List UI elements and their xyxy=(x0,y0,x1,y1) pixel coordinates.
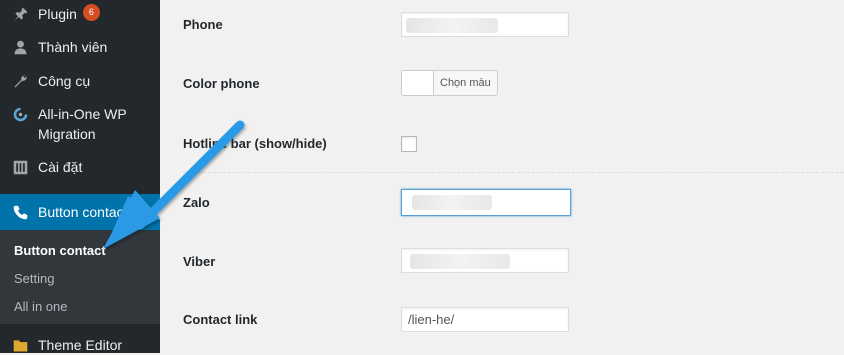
settings-icon xyxy=(10,157,30,177)
section-divider xyxy=(183,172,844,173)
sidebar-item-label: Công cụ xyxy=(38,73,91,89)
sidebar-item-label: All-in-One WP Migration xyxy=(38,106,127,142)
phone-input[interactable] xyxy=(401,12,569,37)
sidebar-item-migration[interactable]: All-in-One WP Migration xyxy=(0,104,150,144)
sidebar-item-button-contact[interactable]: Button contact xyxy=(0,194,160,230)
sidebar-item-settings[interactable]: Cài đặt xyxy=(0,157,160,177)
viber-label: Viber xyxy=(183,254,216,269)
submenu-item-setting[interactable]: Setting xyxy=(14,271,54,286)
contact-link-input[interactable] xyxy=(401,307,569,332)
update-count-badge: 6 xyxy=(82,4,100,21)
hotline-bar-label: Hotline bar (show/hide) xyxy=(183,136,327,151)
sidebar-item-row: Button contact xyxy=(0,202,160,222)
submenu-item-all-in-one[interactable]: All in one xyxy=(14,299,67,314)
sidebar-item-label: Plugin xyxy=(38,6,77,22)
sidebar-item-users[interactable]: Thành viên xyxy=(0,37,160,57)
zalo-label: Zalo xyxy=(183,195,210,210)
migration-icon xyxy=(10,104,30,124)
redacted-value xyxy=(410,254,510,269)
color-picker-label: Chọn màu xyxy=(440,77,491,89)
admin-sidebar: Plugin 6 Thành viên Công cụ All-in-One W… xyxy=(0,0,160,353)
hotline-bar-checkbox[interactable] xyxy=(401,136,417,152)
sidebar-item-label: Cài đặt xyxy=(38,159,83,175)
sidebar-item-label: Thành viên xyxy=(38,39,108,55)
sidebar-item-theme-editor[interactable]: Theme Editor xyxy=(0,335,160,355)
contact-link-label: Contact link xyxy=(183,312,258,327)
sidebar-item-label: Button contact xyxy=(38,204,128,220)
submenu: Button contact Setting All in one xyxy=(0,230,160,324)
color-swatch xyxy=(402,71,434,95)
plugin-icon xyxy=(10,4,30,24)
zalo-input[interactable] xyxy=(401,189,571,216)
sidebar-item-plugin[interactable]: Plugin 6 xyxy=(0,4,160,24)
redacted-value xyxy=(406,18,498,33)
phone-label: Phone xyxy=(183,17,223,32)
color-picker-button[interactable]: Chọn màu xyxy=(401,70,498,96)
current-menu-indicator xyxy=(152,204,160,220)
folder-icon xyxy=(10,335,30,355)
wrench-icon xyxy=(10,71,30,91)
sidebar-item-label: Theme Editor xyxy=(38,337,123,353)
phone-icon xyxy=(10,202,30,222)
submenu-item-button-contact[interactable]: Button contact xyxy=(14,243,106,258)
color-phone-label: Color phone xyxy=(183,76,260,91)
redacted-value xyxy=(412,195,492,210)
sidebar-item-tools[interactable]: Công cụ xyxy=(0,71,160,91)
settings-form: Phone Color phone Chọn màu Hotline bar (… xyxy=(160,0,844,353)
viber-input[interactable] xyxy=(401,248,569,273)
user-icon xyxy=(10,37,30,57)
